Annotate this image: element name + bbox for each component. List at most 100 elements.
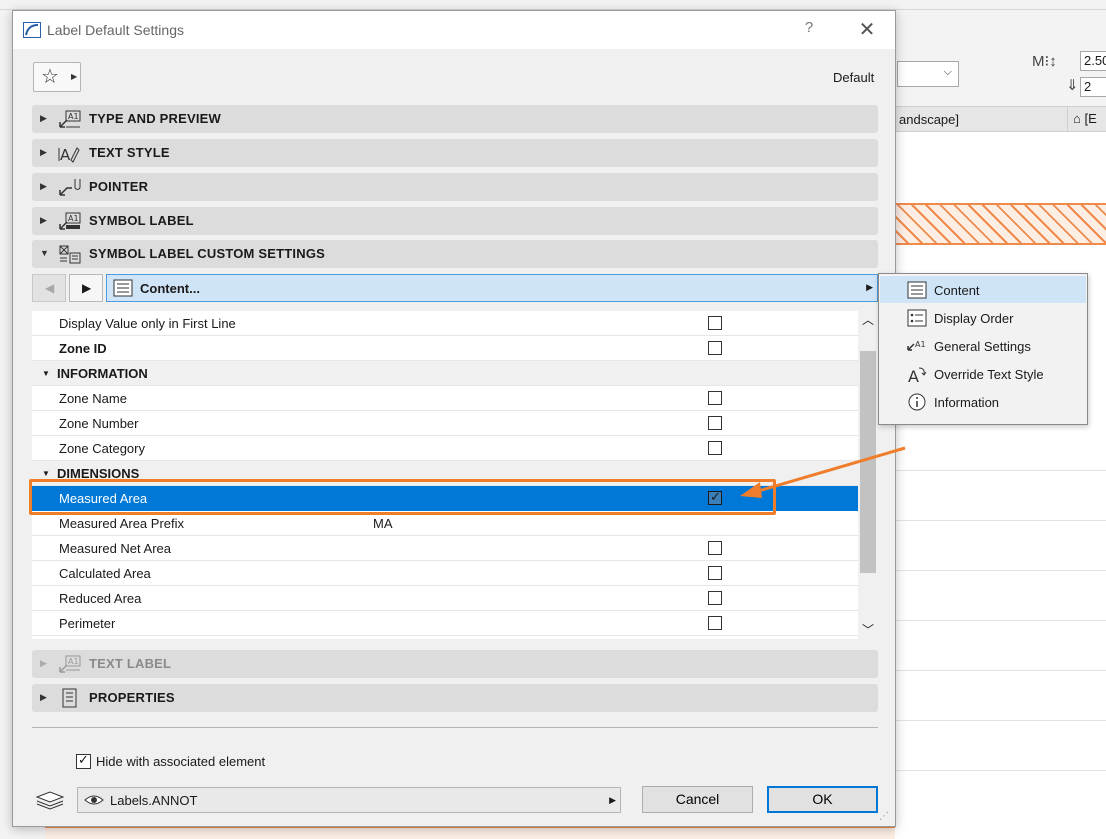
menu-item-display-order[interactable]: Display Order [880,304,1086,331]
menu-item-label: Content [934,283,980,298]
svg-text:A1: A1 [68,112,79,121]
section-text-style[interactable]: ▶ A TEXT STYLE [32,139,878,167]
resize-grip-icon[interactable]: ⋰ [879,811,889,822]
list-item-checkbox[interactable] [708,316,722,330]
general-settings-icon: A1 [907,340,926,351]
list-item-checkbox[interactable] [708,391,722,405]
group-header-information[interactable]: ▼ INFORMATION [32,361,858,386]
svg-text:A: A [908,367,919,384]
close-button[interactable]: ✕ [851,17,883,43]
list-item-label: Reduced Area [59,591,142,606]
display-order-icon [907,309,927,327]
triangle-left-icon: ◀ [45,281,55,295]
group-header-dimensions[interactable]: ▼ DIMENSIONS [32,461,858,486]
expand-arrow-icon: ▶ [40,113,47,123]
collapse-arrow-icon: ▼ [42,469,50,478]
favorites-button[interactable]: ☆ ▶ [33,62,81,92]
app-tab-b[interactable]: ⌂ [E [1073,111,1097,126]
app-tab-a[interactable]: andscape] [899,112,959,127]
chevron-down-icon[interactable]: ﹀ [858,621,878,639]
collapse-arrow-icon: ▼ [42,369,50,378]
svg-text:A: A [60,146,71,164]
ok-button[interactable]: OK [767,786,878,813]
triangle-right-icon: ▶ [71,72,78,81]
previous-page-button[interactable]: ◀ [32,274,66,302]
list-item-label: Zone Number [59,416,139,431]
list-item[interactable]: Zone Category [32,436,858,461]
chevron-up-icon[interactable]: ︿ [858,311,878,333]
list-item[interactable]: Reduced Area [32,586,858,611]
list-item[interactable]: Measured Area Prefix MA [32,511,858,536]
hide-with-element-checkbox[interactable] [76,752,91,769]
list-item-checkbox[interactable] [708,341,722,355]
cancel-button[interactable]: Cancel [642,786,753,813]
menu-item-information[interactable]: Information [880,388,1086,415]
list-item-label: Measured Area Prefix [59,516,185,531]
collapse-arrow-icon: ▼ [40,248,49,258]
section-properties[interactable]: ▶ PROPERTIES [32,684,878,712]
menu-item-content[interactable]: Content [880,276,1086,303]
list-scrollbar[interactable]: ︿ ﹀ [858,311,878,639]
app-combo[interactable]: ⌵ [897,61,959,87]
list-item-label: Perimeter [59,616,116,631]
list-item[interactable]: Perimeter [32,611,858,636]
triangle-right-icon: ▶ [866,282,873,292]
list-item-checkbox[interactable] [708,616,722,630]
list-item-checkbox[interactable] [708,591,722,605]
symbol-label-icon: A1 [59,212,81,230]
dialog-title: Label Default Settings [47,22,184,38]
list-item-checkbox[interactable] [708,566,722,580]
list-item-checkbox[interactable] [708,541,722,555]
section-custom-settings[interactable]: ▼ SYMBOL LABEL CUSTOM SETTINGS [32,240,878,268]
app-left-strip [0,60,12,140]
list-item[interactable]: Measured Net Area [32,536,858,561]
expand-arrow-icon: ▶ [40,215,47,225]
list-item-value[interactable]: MA [373,516,393,531]
text-style-icon: A [58,146,80,164]
list-item-selected[interactable]: Measured Area [32,486,858,511]
footer-divider [32,727,878,728]
page-navigator: ◀ ▶ Content... ▶ [32,274,878,302]
section-text-label[interactable]: ▶ A1 TEXT LABEL [32,650,878,678]
eye-icon [84,795,104,805]
list-item[interactable]: Zone Name [32,386,858,411]
layer-selector[interactable]: Labels.ANNOT ▶ [77,787,621,813]
section-label: TYPE AND PREVIEW [89,111,222,126]
section-label: TEXT STYLE [89,145,170,160]
list-item-checkbox[interactable] [708,489,722,505]
triangle-right-icon: ▶ [609,795,616,805]
help-button[interactable]: ? [797,19,821,41]
list-item-label: Zone Name [59,391,127,406]
label-settings-dialog: Label Default Settings ? ✕ ☆ ▶ Default ▶… [12,10,896,827]
menu-item-general-settings[interactable]: A1 General Settings [880,332,1086,359]
list-item[interactable]: Zone ID [32,336,858,361]
list-item-label: Measured Net Area [59,541,172,556]
svg-text:A1: A1 [68,214,79,223]
app-tab-row: andscape] ⌂ [E [895,106,1106,133]
expand-arrow-icon: ▶ [40,181,47,191]
page-selector[interactable]: Content... ▶ [106,274,878,302]
app-bottom-strip [45,826,895,839]
list-item-label: Zone Category [59,441,145,456]
list-item[interactable]: Display Value only in First Line [32,311,858,336]
app-hatch [895,203,1106,245]
section-symbol-label[interactable]: ▶ A1 SYMBOL LABEL [32,207,878,235]
app-field-a[interactable]: 2.50 [1080,51,1106,71]
chevron-down-icon: ⌵ [943,66,952,78]
section-type-preview[interactable]: ▶ A1 TYPE AND PREVIEW [32,105,878,133]
scrollbar-thumb[interactable] [860,351,876,573]
list-item[interactable]: Zone Number [32,411,858,436]
page-popup-menu: Content Display Order A1 General Setting… [878,273,1088,425]
menu-item-override-text-style[interactable]: A Override Text Style [880,360,1086,387]
group-header-label: INFORMATION [57,366,148,381]
app-field-b[interactable]: 2 [1080,77,1106,97]
expand-arrow-icon: ▶ [40,692,47,702]
list-item[interactable]: Calculated Area [32,561,858,586]
list-item-checkbox[interactable] [708,416,722,430]
text-label-icon: A1 [59,655,81,673]
section-pointer[interactable]: ▶ POINTER [32,173,878,201]
list-item-checkbox[interactable] [708,441,722,455]
menu-item-label: Display Order [934,311,1014,326]
next-page-button[interactable]: ▶ [69,274,103,302]
section-label: POINTER [89,179,149,194]
